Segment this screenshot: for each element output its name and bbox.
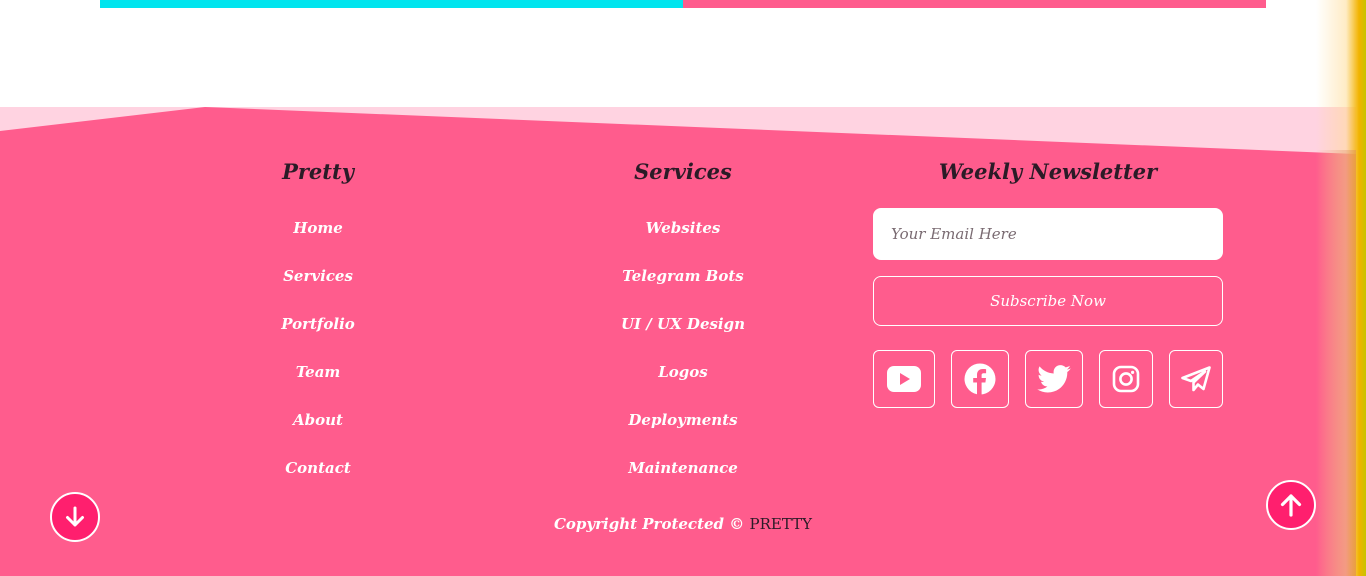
footer-column-services: Services Websites Telegram Bots UI / UX … xyxy=(503,150,863,492)
services-column-title: Services xyxy=(634,159,732,184)
list-item: Websites xyxy=(503,204,863,252)
footer-column-newsletter: Weekly Newsletter xyxy=(873,150,1223,194)
copyright-brand: PRETTY xyxy=(749,515,813,533)
service-link-telegram-bots[interactable]: Telegram Bots xyxy=(622,267,744,285)
scroll-to-top-button[interactable] xyxy=(1266,480,1316,530)
telegram-link[interactable] xyxy=(1169,350,1223,408)
instagram-link[interactable] xyxy=(1099,350,1153,408)
page: Pretty Home Services Portfolio Team Abou… xyxy=(0,0,1366,576)
service-link-logos[interactable]: Logos xyxy=(658,363,708,381)
telegram-icon xyxy=(1181,366,1211,392)
copyright: Copyright Protected © PRETTY xyxy=(0,510,1366,538)
footer-column-pretty: Pretty Home Services Portfolio Team Abou… xyxy=(138,150,498,492)
list-item: About xyxy=(138,396,498,444)
footer-link-services[interactable]: Services xyxy=(283,267,353,285)
pretty-links-list: Home Services Portfolio Team About Conta… xyxy=(138,204,498,492)
list-item: Maintenance xyxy=(503,444,863,492)
list-item: Telegram Bots xyxy=(503,252,863,300)
service-link-ui-ux-design[interactable]: UI / UX Design xyxy=(621,315,745,333)
footer-link-portfolio[interactable]: Portfolio xyxy=(281,315,355,333)
copyright-text: Copyright Protected © xyxy=(553,515,750,533)
top-accent-bar-cyan xyxy=(100,0,683,8)
arrow-down-icon xyxy=(66,506,84,527)
instagram-icon xyxy=(1112,365,1140,393)
facebook-link[interactable] xyxy=(951,350,1009,408)
top-accent-bar-pink xyxy=(683,0,1266,8)
right-edge-shadow xyxy=(1316,150,1356,576)
service-link-websites[interactable]: Websites xyxy=(646,219,721,237)
footer-link-home[interactable]: Home xyxy=(293,219,343,237)
footer-link-about[interactable]: About xyxy=(293,411,343,429)
list-item: Services xyxy=(138,252,498,300)
arrow-up-icon xyxy=(1280,494,1302,517)
pretty-column-title: Pretty xyxy=(282,159,354,184)
facebook-icon xyxy=(964,363,996,395)
footer-link-contact[interactable]: Contact xyxy=(285,459,351,477)
youtube-icon xyxy=(887,366,921,392)
list-item: Deployments xyxy=(503,396,863,444)
twitter-link[interactable] xyxy=(1025,350,1083,408)
services-links-list: Websites Telegram Bots UI / UX Design Lo… xyxy=(503,204,863,492)
twitter-icon xyxy=(1037,365,1071,393)
list-item: Portfolio xyxy=(138,300,498,348)
subscribe-button[interactable]: Subscribe Now xyxy=(873,276,1223,326)
newsletter-column-title: Weekly Newsletter xyxy=(938,159,1158,184)
scroll-down-button[interactable] xyxy=(50,492,100,542)
list-item: Contact xyxy=(138,444,498,492)
service-link-deployments[interactable]: Deployments xyxy=(628,411,737,429)
list-item: UI / UX Design xyxy=(503,300,863,348)
footer-link-team[interactable]: Team xyxy=(296,363,341,381)
list-item: Team xyxy=(138,348,498,396)
list-item: Home xyxy=(138,204,498,252)
newsletter-email-input[interactable] xyxy=(873,208,1223,260)
list-item: Logos xyxy=(503,348,863,396)
service-link-maintenance[interactable]: Maintenance xyxy=(628,459,738,477)
youtube-link[interactable] xyxy=(873,350,935,408)
